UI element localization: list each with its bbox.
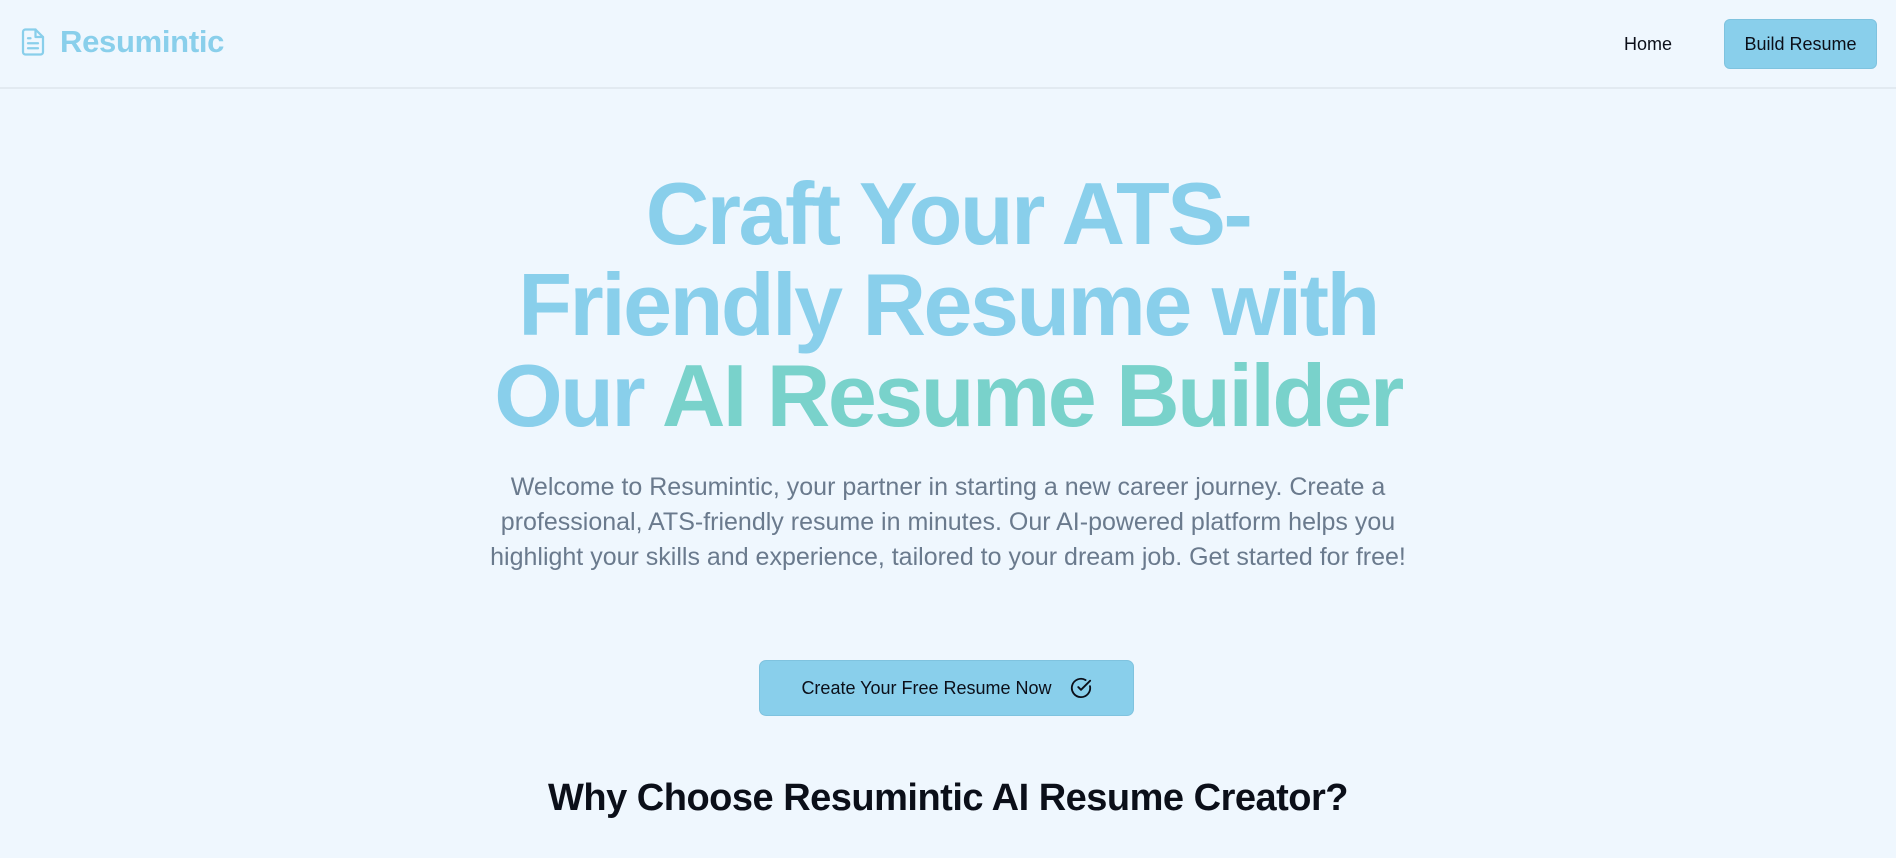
brand-logo-link[interactable]: Resumintic	[18, 24, 224, 60]
hero-description: Welcome to Resumintic, your partner in s…	[490, 473, 1406, 571]
create-free-resume-button[interactable]: Create Your Free Resume Now	[759, 660, 1134, 716]
build-resume-button[interactable]: Build Resume	[1724, 19, 1877, 69]
hero-title-accent: AI Resume Builder	[661, 346, 1404, 445]
document-icon	[21, 28, 45, 56]
hero-title-line-3: Our	[494, 346, 662, 445]
features-section-title: Why Choose Resumintic AI Resume Creator?	[548, 777, 1348, 819]
nav-home-link[interactable]: Home	[1624, 32, 1672, 56]
cta-label: Create Your Free Resume Now	[801, 677, 1052, 698]
hero-title-line-1: Craft Your ATS-	[645, 164, 1253, 263]
brand-name: Resumintic	[60, 24, 225, 59]
hero-title: Craft Your ATS- Friendly Resume with Our…	[448, 168, 1448, 441]
check-circle-icon	[1070, 677, 1091, 698]
navbar: Resumintic Home Build Resume	[0, 0, 1896, 89]
hero-title-line-2: Friendly Resume with	[518, 255, 1380, 354]
